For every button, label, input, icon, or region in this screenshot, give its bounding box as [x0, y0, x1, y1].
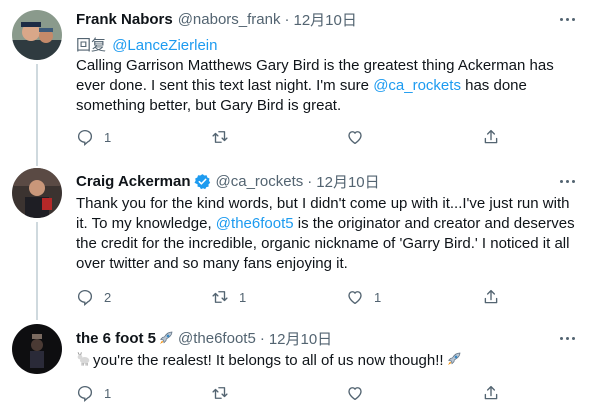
share-button[interactable] — [482, 288, 500, 306]
thread-line — [36, 64, 38, 158]
tweet-actions: 1 — [76, 128, 546, 146]
reply-count: 2 — [104, 289, 112, 305]
more-icon[interactable] — [556, 328, 578, 348]
reply-to-handle[interactable]: @LanceZierlein — [112, 37, 217, 54]
reply-count: 1 — [104, 129, 112, 145]
rocket-emoji — [160, 331, 173, 344]
handle[interactable]: @nabors_frank — [178, 11, 281, 28]
like-count: 1 — [374, 289, 382, 305]
reply-button[interactable]: 2 — [76, 288, 111, 306]
reply-prefix: 回复 — [76, 37, 107, 54]
retweet-icon — [212, 291, 228, 303]
tweet-actions: 2 1 1 — [76, 288, 546, 306]
tweet-text: you're the realest! It belongs to all of… — [76, 351, 576, 371]
handle[interactable]: @the6foot5 — [178, 330, 256, 347]
tweet-header: Frank Nabors @nabors_frank · 12月10日 — [76, 9, 357, 29]
reply-button[interactable]: 1 — [76, 384, 111, 402]
avatar-craig-ackerman[interactable] — [12, 168, 62, 218]
goat-emoji — [77, 352, 90, 366]
display-name[interactable]: the 6 foot 5 — [76, 330, 156, 347]
verified-badge-icon — [193, 173, 210, 189]
timestamp[interactable]: 12月10日 — [293, 9, 356, 30]
heart-icon — [348, 387, 362, 401]
retweet-button[interactable] — [211, 384, 239, 402]
tweet-the-6-foot-5[interactable]: the 6 foot 5 @the6foot5 · 12月10日 you're … — [0, 312, 600, 416]
reply-count: 1 — [104, 385, 112, 401]
more-icon[interactable] — [556, 171, 578, 191]
retweet-icon — [212, 387, 228, 399]
display-name[interactable]: Frank Nabors — [76, 11, 173, 28]
retweet-count: 1 — [239, 289, 247, 305]
tweet-text: Thank you for the kind words, but I didn… — [76, 194, 576, 274]
reply-icon — [77, 385, 93, 402]
dot-separator: · — [259, 329, 265, 347]
like-button[interactable]: 1 — [346, 288, 381, 306]
replying-to: 回复 @LanceZierlein — [76, 34, 217, 55]
avatar-the-6-foot-5[interactable] — [12, 324, 62, 374]
thread-line — [36, 312, 38, 320]
tweet-frank-nabors[interactable]: Frank Nabors @nabors_frank · 12月10日 回复 @… — [0, 0, 600, 158]
retweet-icon — [212, 131, 228, 143]
share-button[interactable] — [482, 128, 500, 146]
text-part: you're the realest! It belongs to all of… — [93, 352, 444, 369]
tweet-craig-ackerman[interactable]: Craig Ackerman @ca_rockets · 12月10日 Than… — [0, 158, 600, 312]
tweet-actions: 1 — [76, 384, 546, 402]
tweet-header: the 6 foot 5 @the6foot5 · 12月10日 — [76, 328, 332, 348]
mention-link[interactable]: @ca_rockets — [373, 77, 461, 94]
retweet-button[interactable]: 1 — [211, 288, 246, 306]
timestamp[interactable]: 12月10日 — [316, 171, 379, 192]
thread-line — [36, 222, 38, 312]
mention-link[interactable]: @the6foot5 — [216, 215, 294, 232]
dot-separator: · — [307, 172, 313, 190]
reply-icon — [77, 289, 93, 306]
dot-separator: · — [284, 10, 290, 28]
handle[interactable]: @ca_rockets — [216, 173, 304, 190]
thread-line — [36, 158, 38, 166]
tweet-header: Craig Ackerman @ca_rockets · 12月10日 — [76, 171, 380, 191]
reply-icon — [77, 129, 93, 146]
share-icon — [484, 129, 498, 144]
share-button[interactable] — [482, 384, 500, 402]
like-button[interactable] — [346, 384, 374, 402]
reply-button[interactable]: 1 — [76, 128, 111, 146]
retweet-button[interactable] — [211, 128, 239, 146]
avatar-frank-nabors[interactable] — [12, 10, 62, 60]
rocket-emoji — [447, 352, 460, 365]
like-button[interactable] — [346, 128, 374, 146]
tweet-text: Calling Garrison Matthews Gary Bird is t… — [76, 56, 576, 116]
timestamp[interactable]: 12月10日 — [269, 328, 332, 349]
more-icon[interactable] — [556, 9, 578, 29]
share-icon — [484, 385, 498, 400]
heart-icon — [348, 131, 362, 145]
heart-icon — [348, 291, 362, 305]
share-icon — [484, 289, 498, 304]
display-name[interactable]: Craig Ackerman — [76, 173, 191, 190]
